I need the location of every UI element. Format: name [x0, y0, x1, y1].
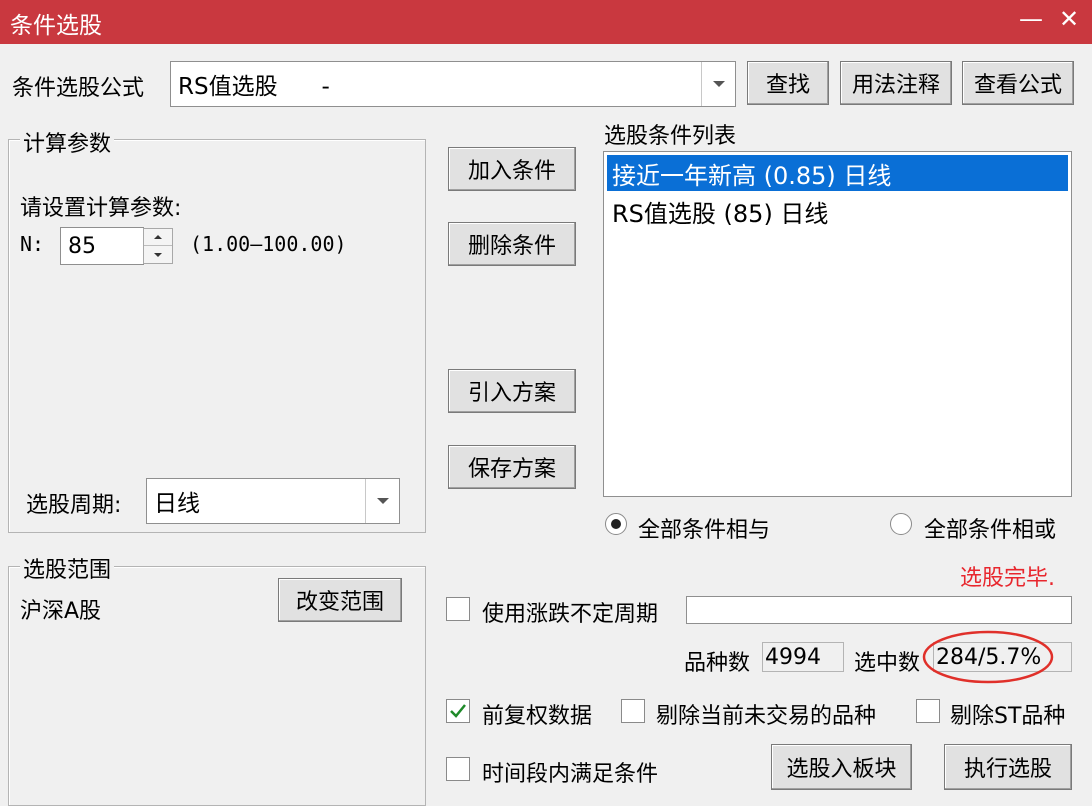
- condition-list-title: 选股条件列表: [604, 124, 737, 149]
- irregular-period-label[interactable]: 使用涨跌不定周期: [482, 596, 658, 628]
- close-button[interactable]: ✕: [1054, 4, 1084, 36]
- spin-up-button[interactable]: [144, 229, 172, 246]
- logic-and-label[interactable]: 全部条件相与: [638, 512, 770, 544]
- formula-dropdown-button[interactable]: [701, 62, 735, 106]
- status-text: 选股完毕.: [960, 566, 1055, 591]
- execute-button[interactable]: 执行选股: [944, 744, 1072, 790]
- irregular-period-checkbox[interactable]: [446, 597, 470, 621]
- logic-or-radio[interactable]: [890, 513, 912, 535]
- n-label: N:: [20, 232, 45, 256]
- to-block-button[interactable]: 选股入板块: [771, 744, 912, 790]
- chevron-down-icon: [376, 498, 389, 504]
- delete-condition-button[interactable]: 删除条件: [448, 222, 576, 266]
- condition-item[interactable]: 接近一年新高 (0.85) 日线: [607, 155, 1068, 191]
- radio-selected-dot: [611, 519, 621, 529]
- logic-and-radio[interactable]: [605, 513, 627, 535]
- save-scheme-button[interactable]: 保存方案: [448, 445, 576, 489]
- exclude-untraded-label[interactable]: 剔除当前未交易的品种: [656, 698, 876, 730]
- time-window-label[interactable]: 时间段内满足条件: [482, 756, 658, 788]
- add-condition-button[interactable]: 加入条件: [448, 147, 576, 191]
- change-range-button[interactable]: 改变范围: [278, 578, 402, 622]
- title-bar[interactable]: 条件选股 — ✕: [0, 0, 1092, 44]
- exclude-st-checkbox[interactable]: [916, 699, 940, 723]
- selected-label: 选中数: [854, 651, 921, 676]
- condition-item[interactable]: RS值选股 (85) 日线: [607, 193, 1068, 229]
- calc-params-title: 计算参数: [20, 126, 115, 158]
- n-spinner[interactable]: [143, 228, 173, 264]
- n-input[interactable]: 85: [60, 227, 144, 265]
- minimize-button[interactable]: —: [1016, 4, 1046, 36]
- period-label: 选股周期:: [26, 493, 122, 518]
- condition-list[interactable]: 接近一年新高 (0.85) 日线 RS值选股 (85) 日线: [603, 151, 1072, 497]
- chevron-down-icon: [712, 81, 725, 87]
- stock-range-value: 沪深A股: [20, 599, 102, 624]
- time-window-checkbox[interactable]: [446, 757, 470, 781]
- checkmark-icon: [450, 704, 466, 718]
- prior-adjust-checkbox[interactable]: [446, 699, 470, 723]
- arrow-down-icon: [154, 252, 162, 257]
- formula-value: RS值选股 -: [178, 74, 330, 100]
- import-scheme-button[interactable]: 引入方案: [448, 369, 576, 413]
- period-value: 日线: [154, 491, 200, 517]
- usage-notes-button[interactable]: 用法注释: [840, 61, 952, 105]
- irregular-period-input[interactable]: [686, 596, 1072, 624]
- logic-or-label[interactable]: 全部条件相或: [924, 512, 1056, 544]
- period-combobox[interactable]: 日线: [146, 478, 400, 524]
- exclude-st-label[interactable]: 剔除ST品种: [950, 698, 1065, 730]
- count-value: 4994: [762, 642, 844, 672]
- stock-range-title: 选股范围: [20, 552, 115, 584]
- spin-down-button[interactable]: [144, 246, 172, 263]
- arrow-up-icon: [154, 235, 162, 239]
- n-range: (1.00—100.00): [190, 232, 347, 256]
- view-formula-button[interactable]: 查看公式: [962, 61, 1074, 105]
- formula-label: 条件选股公式: [12, 76, 145, 101]
- params-prompt: 请设置计算参数:: [20, 196, 182, 221]
- exclude-untraded-checkbox[interactable]: [621, 699, 645, 723]
- formula-combobox[interactable]: RS值选股 -: [170, 61, 736, 107]
- count-label: 品种数: [684, 651, 751, 676]
- prior-adjust-label[interactable]: 前复权数据: [482, 698, 592, 730]
- find-button[interactable]: 查找: [747, 61, 829, 105]
- window-title: 条件选股: [10, 13, 102, 39]
- highlight-circle: [922, 630, 1054, 684]
- period-dropdown-button[interactable]: [365, 479, 399, 523]
